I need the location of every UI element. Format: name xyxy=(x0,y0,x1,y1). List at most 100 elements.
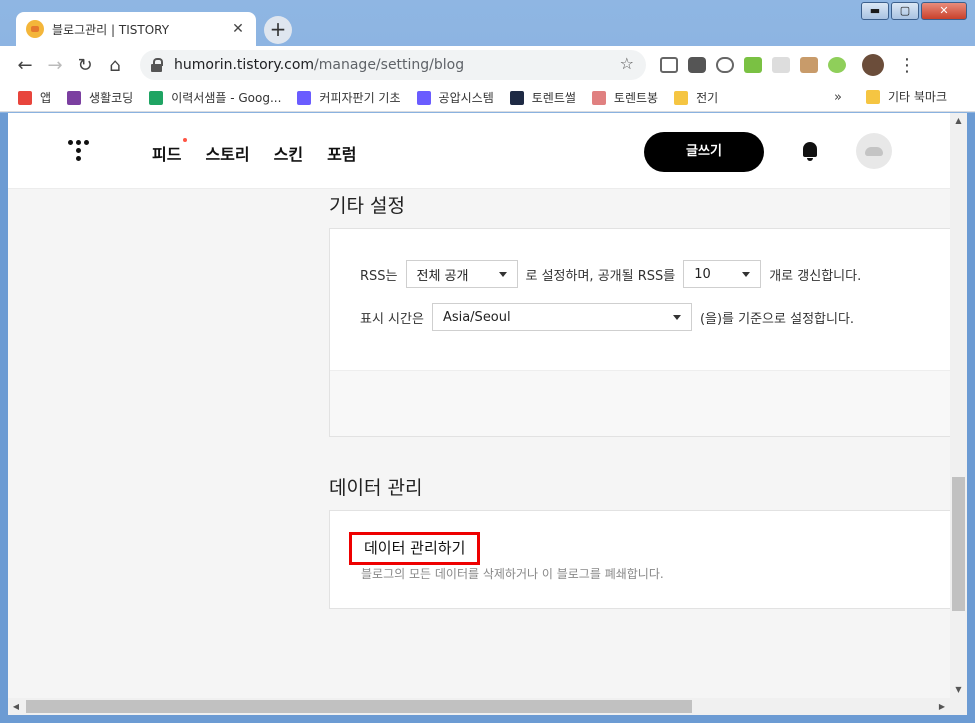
other-bookmarks-label: 기타 북마크 xyxy=(888,90,948,104)
bookmark-favicon-icon xyxy=(67,90,82,105)
bookmark-item[interactable]: 토렌트썰 xyxy=(509,89,576,106)
nav-skin[interactable]: 스킨 xyxy=(274,141,303,165)
bookmark-item[interactable]: 전기 xyxy=(674,89,718,106)
lock-icon xyxy=(150,58,164,72)
bookmark-favicon-icon xyxy=(591,90,606,105)
timezone-select[interactable]: Asia/Seoul xyxy=(431,303,692,331)
url-host: humorin.tistory.com xyxy=(174,57,315,73)
nav-story[interactable]: 스토리 xyxy=(205,141,249,165)
horizontal-scroll-thumb[interactable] xyxy=(26,700,692,713)
extension-face-icon[interactable] xyxy=(800,57,818,73)
vertical-scroll-thumb[interactable] xyxy=(952,477,965,611)
window-border xyxy=(0,113,8,723)
browser-toolbar: ← → ↻ ⌂ humorin.tistory.com/manage/setti… xyxy=(0,46,975,84)
url-text: humorin.tistory.com/manage/setting/blog xyxy=(174,57,464,73)
forward-icon[interactable]: → xyxy=(40,50,70,80)
data-management-title: 데이터 관리 xyxy=(329,477,423,499)
bell-icon[interactable] xyxy=(801,142,819,162)
scroll-up-icon[interactable]: ▲ xyxy=(950,113,967,129)
bookmark-label: 토렌트봉 xyxy=(613,91,659,105)
page-viewport: 피드 스토리 스킨 포럼 글쓰기 기타 설정 RSS는 전체 공개 로 설정하며… xyxy=(8,113,950,698)
chevron-down-icon xyxy=(742,272,751,277)
folder-icon xyxy=(674,90,689,105)
bookmark-label: 생활코딩 xyxy=(89,91,134,105)
main-nav: 피드 스토리 스킨 포럼 xyxy=(152,138,357,165)
bookmark-item[interactable]: 생활코딩 xyxy=(67,89,133,106)
user-avatar[interactable] xyxy=(856,133,892,169)
bookmark-item[interactable]: 토렌트봉 xyxy=(591,89,659,106)
card-footer xyxy=(330,370,950,436)
browser-tab[interactable]: 블로그관리 | TISTORY ✕ xyxy=(16,12,256,46)
nav-forum[interactable]: 포럼 xyxy=(327,141,356,165)
site-header: 피드 스토리 스킨 포럼 글쓰기 xyxy=(8,113,950,189)
tistory-logo-icon[interactable] xyxy=(68,140,92,164)
bookmark-item[interactable]: 이력서샘플 - Goog... xyxy=(149,89,281,106)
new-tab-button[interactable]: + xyxy=(264,16,292,44)
minimize-button[interactable]: ▬ xyxy=(861,2,889,20)
rss-visibility-value: 전체 공개 xyxy=(416,268,469,284)
rss-visibility-select[interactable]: 전체 공개 xyxy=(405,260,518,288)
browser-window: 블로그관리 | TISTORY ✕ + ▬ ▢ ✕ ← → ↻ ⌂ humori… xyxy=(0,0,975,723)
scroll-down-icon[interactable]: ▼ xyxy=(950,682,967,698)
bookmark-label: 토렌트썰 xyxy=(531,91,576,105)
profile-avatar[interactable] xyxy=(862,54,884,76)
reload-icon[interactable]: ↻ xyxy=(70,50,100,80)
time-suffix: (을)를 기준으로 설정합니다. xyxy=(699,311,855,327)
tab-strip: 블로그관리 | TISTORY ✕ + ▬ ▢ ✕ xyxy=(0,0,975,46)
bookmark-label: 이력서샘플 - Goog... xyxy=(171,91,282,105)
write-button[interactable]: 글쓰기 xyxy=(644,132,764,172)
time-prefix: 표시 시간은 xyxy=(360,311,424,327)
tistory-favicon-icon xyxy=(26,20,44,38)
window-border xyxy=(967,113,975,723)
rss-count-select[interactable]: 10 xyxy=(683,260,762,288)
bookmark-label: 공압시스템 xyxy=(438,91,494,105)
back-icon[interactable]: ← xyxy=(10,50,40,80)
maximize-button[interactable]: ▢ xyxy=(891,2,919,20)
ladder-icon[interactable] xyxy=(744,57,762,73)
timezone-value: Asia/Seoul xyxy=(442,309,511,325)
bookmark-label: 앱 xyxy=(40,91,52,105)
data-management-card: 데이터 관리하기 블로그의 모든 데이터를 삭제하거나 이 블로그를 폐쇄합니다… xyxy=(329,510,950,609)
more-bookmarks-icon[interactable]: » xyxy=(834,90,842,105)
vertical-scrollbar[interactable]: ▲ ▼ xyxy=(950,113,967,698)
extension-eye-icon[interactable] xyxy=(828,57,846,73)
folder-icon xyxy=(866,89,880,104)
tab-title: 블로그관리 | TISTORY xyxy=(52,22,170,37)
bookmark-item[interactable]: 공압시스템 xyxy=(416,89,494,106)
window-border xyxy=(0,715,975,723)
bookmark-label: 커피자판기 기초 xyxy=(319,91,401,105)
scroll-left-icon[interactable]: ◀ xyxy=(8,698,24,715)
window-controls: ▬ ▢ ✕ xyxy=(861,2,967,20)
rss-suffix: 개로 갱신합니다. xyxy=(769,268,862,284)
menu-icon[interactable]: ⋮ xyxy=(898,55,916,76)
misc-settings-card: RSS는 전체 공개 로 설정하며, 공개될 RSS를 10 개로 갱신합니다.… xyxy=(329,228,950,437)
misc-settings-title: 기타 설정 xyxy=(329,195,405,217)
camera-icon[interactable] xyxy=(688,57,706,73)
bookmark-favicon-icon xyxy=(509,90,524,105)
other-bookmarks[interactable]: 기타 북마크 xyxy=(866,88,947,105)
nav-feed-label: 피드 xyxy=(152,145,182,164)
scroll-right-icon[interactable]: ▶ xyxy=(934,698,950,715)
horizontal-scrollbar[interactable]: ◀ ▶ xyxy=(8,698,967,715)
bookmark-favicon-icon xyxy=(416,90,431,105)
bookmark-item[interactable]: 커피자판기 기초 xyxy=(297,89,401,106)
home-icon[interactable]: ⌂ xyxy=(100,50,130,80)
rss-middle-text: 로 설정하며, 공개될 RSS를 xyxy=(525,268,676,284)
bookmark-favicon-icon xyxy=(297,90,312,105)
mouse-icon[interactable] xyxy=(716,57,734,73)
timezone-row: 표시 시간은 Asia/Seoul (을)를 기준으로 설정합니다. xyxy=(360,303,854,331)
rss-row: RSS는 전체 공개 로 설정하며, 공개될 RSS를 10 개로 갱신합니다. xyxy=(360,260,861,288)
url-path: /manage/setting/blog xyxy=(314,57,465,73)
chevron-down-icon xyxy=(672,315,681,320)
bookmark-item[interactable]: 앱 xyxy=(18,89,51,106)
chevron-down-icon xyxy=(498,272,507,277)
tab-close-icon[interactable]: ✕ xyxy=(230,21,246,37)
bookmark-star-icon[interactable]: ☆ xyxy=(620,54,634,73)
close-window-button[interactable]: ✕ xyxy=(921,2,967,20)
document-icon[interactable] xyxy=(772,57,790,73)
google-drive-icon xyxy=(149,90,164,105)
cast-icon[interactable] xyxy=(660,57,678,73)
manage-data-link[interactable]: 데이터 관리하기 xyxy=(349,532,481,565)
nav-feed[interactable]: 피드 xyxy=(152,138,188,165)
address-bar[interactable]: humorin.tistory.com/manage/setting/blog … xyxy=(140,50,646,80)
